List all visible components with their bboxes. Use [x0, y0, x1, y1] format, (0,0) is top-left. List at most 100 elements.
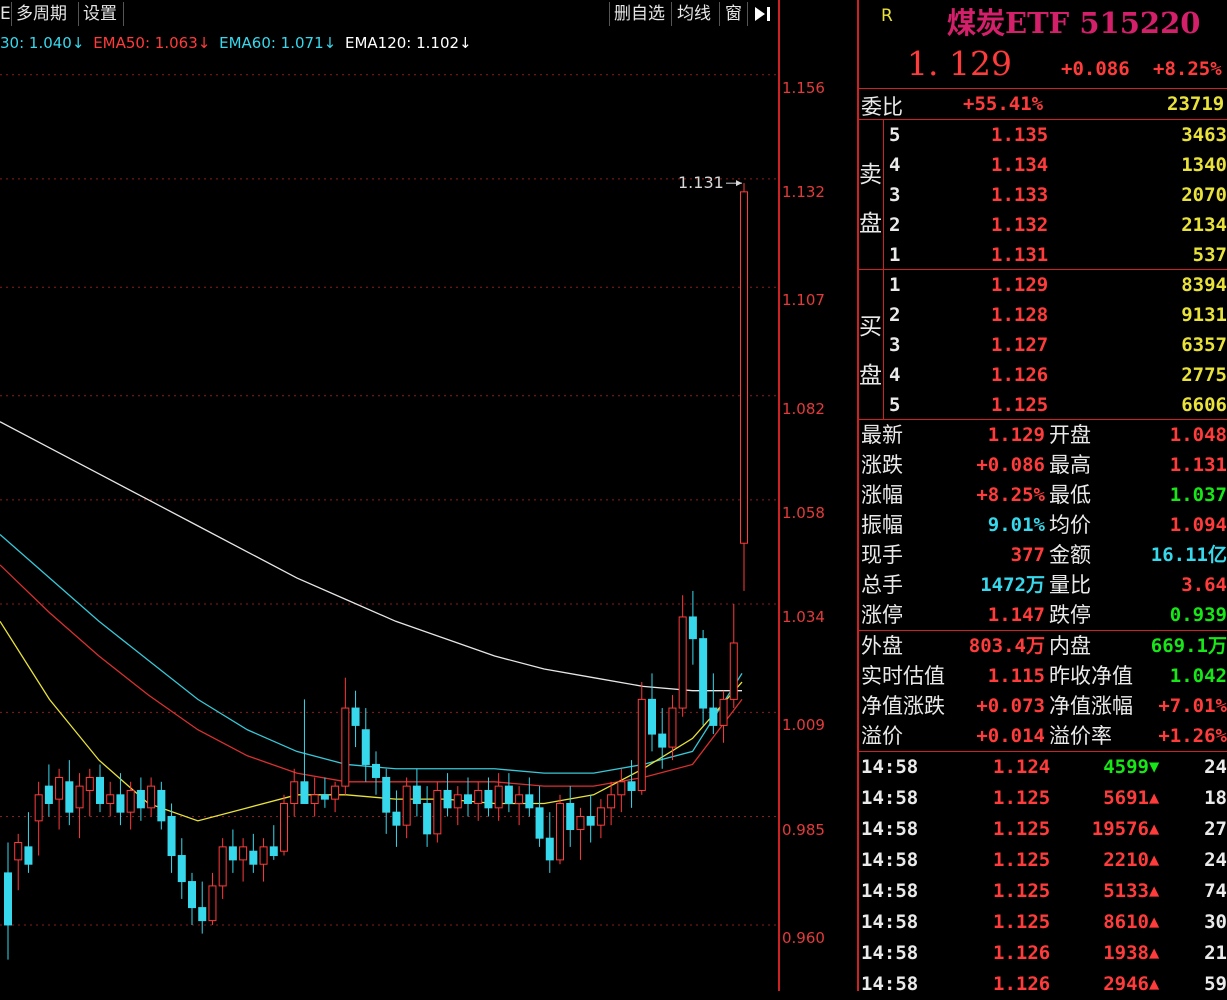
candle-body [228, 846, 237, 861]
candle [709, 673, 718, 735]
tick-time: 14:58 [861, 880, 919, 902]
candle [464, 777, 472, 817]
bid-level-row[interactable]: 3 1.127 6357 [859, 330, 1227, 360]
candle [484, 777, 493, 817]
bid-level-row[interactable]: 4 1.126 2775 [859, 360, 1227, 390]
tick-time: 14:58 [861, 849, 919, 871]
candle [177, 838, 186, 899]
y-tick-label: 1.107 [782, 291, 825, 310]
candle-body [556, 802, 564, 861]
candle-body [545, 837, 554, 861]
level-number: 4 [889, 364, 901, 386]
tick-count: 30 [1204, 911, 1227, 933]
ask-level-row[interactable]: 1 1.131 537 [859, 240, 1227, 270]
candle [280, 794, 288, 856]
tick-count: 24 [1204, 849, 1227, 871]
arrow-up-icon: ▲ [1149, 850, 1160, 870]
stat-label: 开盘 [1049, 423, 1091, 447]
tick-price: 1.125 [993, 787, 1051, 809]
trade-tick-row: 14:58 1.125 5133 ▲ 74 [859, 876, 1227, 907]
stat-row: 振幅 9.01% 均价 1.094 [859, 510, 1227, 540]
candle-body [341, 707, 350, 787]
candle [412, 768, 421, 817]
candle [474, 781, 483, 821]
ask-level-row[interactable]: 3 1.133 2070 [859, 180, 1227, 210]
stat-label: 最低 [1049, 483, 1091, 507]
candle-body [658, 733, 667, 748]
bid-level-row[interactable]: 2 1.128 9131 [859, 300, 1227, 330]
weibi-label: 委比 [861, 95, 903, 119]
tick-price: 1.125 [993, 849, 1051, 871]
tick-count: 18 [1204, 787, 1227, 809]
last-price: 1. 129 [907, 44, 1012, 83]
bid-level-row[interactable]: 5 1.125 6606 [859, 390, 1227, 420]
candle [269, 825, 278, 860]
stat-value: +0.086 [976, 454, 1045, 476]
tick-volume: 2946 [1103, 973, 1149, 995]
trade-tick-row: 14:58 1.125 8610 ▲ 30 [859, 907, 1227, 938]
candle-body [85, 776, 94, 791]
ask-level-row[interactable]: 5 1.135 3463 [859, 120, 1227, 150]
candle-body [443, 789, 452, 809]
security-title: 煤炭ETF 515220 [947, 6, 1201, 40]
candle [96, 764, 104, 813]
tick-count: 27 [1204, 818, 1227, 840]
candle-body [300, 781, 309, 804]
candle [44, 764, 53, 817]
candle [556, 794, 564, 865]
tick-volume: 2210 [1103, 849, 1149, 871]
stat-label: 实时估值 [861, 664, 945, 688]
tick-volume: 5133 [1103, 880, 1149, 902]
candle [24, 812, 33, 873]
tick-price: 1.126 [993, 942, 1051, 964]
bid-level-row[interactable]: 1 1.129 8394 [859, 270, 1227, 300]
level-volume: 9131 [1181, 304, 1227, 326]
arrow-up-icon: ▲ [1149, 943, 1160, 963]
candle [576, 807, 585, 860]
candle [361, 708, 370, 782]
candle-body [729, 642, 738, 700]
y-tick-label: 1.034 [782, 607, 825, 626]
ask-level-row[interactable]: 4 1.134 1340 [859, 150, 1227, 180]
candle [4, 842, 12, 960]
candle-body [402, 785, 411, 826]
tick-time: 14:58 [861, 818, 919, 840]
stat-row: 总手 1472万 量比 3.64 [859, 570, 1227, 600]
level-number: 2 [889, 304, 901, 326]
candlestick-chart[interactable]: 1.131 [0, 0, 778, 991]
ask-level-row[interactable]: 2 1.132 2134 [859, 210, 1227, 240]
level-volume: 8394 [1181, 274, 1227, 296]
candle-body [157, 789, 166, 822]
candle [126, 781, 135, 830]
candle-body [607, 794, 616, 809]
stat-value: 3.64 [1181, 574, 1227, 596]
level-number: 5 [889, 124, 901, 146]
stat-label: 总手 [861, 573, 903, 597]
arrow-down-icon: ▼ [1149, 757, 1160, 777]
stat-label: 净值涨跌 [861, 694, 945, 718]
candle [637, 682, 646, 795]
level-volume: 1340 [1181, 154, 1227, 176]
y-tick-label: 1.009 [782, 716, 825, 735]
ema-line-2 [0, 564, 743, 787]
trade-tick-row: 14:58 1.124 4599 ▼ 24 [859, 752, 1227, 783]
stat-row: 涨跌 +0.086 最高 1.131 [859, 450, 1227, 480]
ema-line-0 [0, 421, 742, 692]
candle [351, 690, 360, 748]
candle-body [566, 802, 575, 831]
level-price: 1.131 [991, 244, 1049, 266]
stat-label: 量比 [1049, 573, 1091, 597]
tick-price: 1.125 [993, 880, 1051, 902]
candle-body [596, 807, 605, 826]
candle-body [75, 785, 84, 809]
candle [699, 629, 708, 726]
candle [167, 803, 176, 873]
stat-value: 9.01% [987, 514, 1045, 536]
candle-body [116, 794, 125, 813]
candle-body [484, 789, 493, 809]
candle [188, 872, 196, 925]
level-price: 1.125 [991, 394, 1049, 416]
candle [535, 786, 544, 847]
level-number: 2 [889, 214, 901, 236]
stat-label: 跌停 [1049, 603, 1091, 627]
